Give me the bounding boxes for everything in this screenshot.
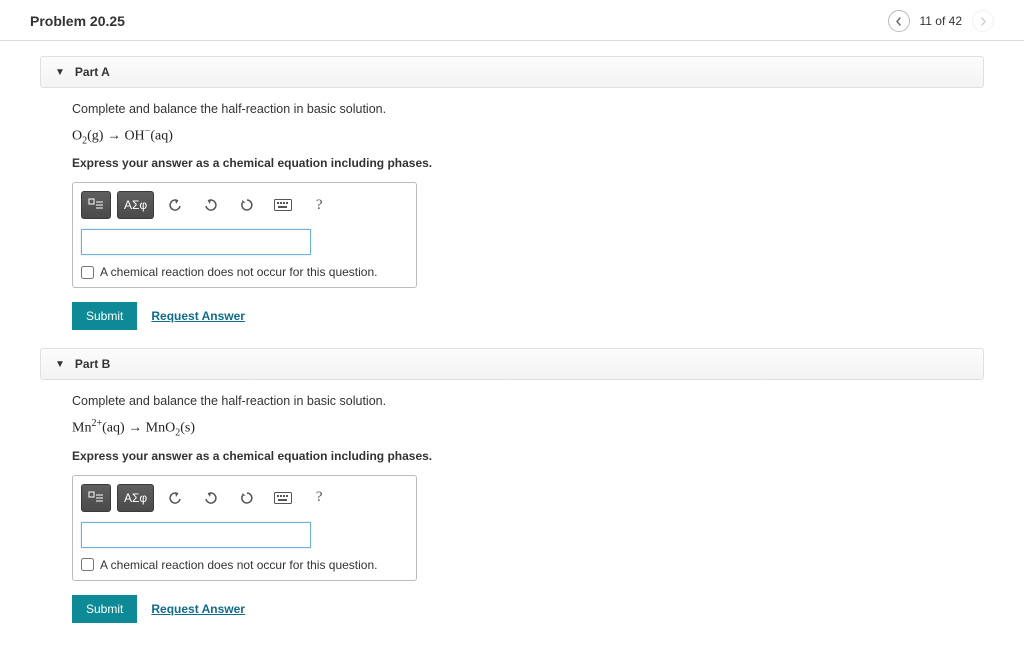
reset-button[interactable] xyxy=(232,191,262,219)
reset-icon xyxy=(240,198,254,212)
part-a-toolbar: ΑΣφ ? xyxy=(81,191,408,219)
greek-button[interactable]: ΑΣφ xyxy=(117,484,154,512)
part-b-submit-button[interactable]: Submit xyxy=(72,595,137,623)
undo-icon xyxy=(168,491,182,505)
redo-icon xyxy=(204,491,218,505)
part-b-noreaction-checkbox[interactable] xyxy=(81,558,94,571)
part-a-noreaction-label: A chemical reaction does not occur for t… xyxy=(100,265,377,279)
part-b-header[interactable]: ▼ Part B xyxy=(40,348,984,380)
part-a-body: Complete and balance the half-reaction i… xyxy=(40,102,984,348)
reset-button[interactable] xyxy=(232,484,262,512)
content-area: ▼ Part A Complete and balance the half-r… xyxy=(0,41,1024,641)
part-a-answer-box: ΑΣφ ? A chemical reaction does not occ xyxy=(72,182,417,288)
part-b-toolbar: ΑΣφ ? xyxy=(81,484,408,512)
problem-title: Problem 20.25 xyxy=(30,13,125,29)
part-b-answer-box: ΑΣφ ? A chemical reaction does not occ xyxy=(72,475,417,581)
undo-icon xyxy=(168,198,182,212)
part-b-noreaction-label: A chemical reaction does not occur for t… xyxy=(100,558,377,572)
keyboard-icon xyxy=(274,199,292,211)
part-a-instruction: Express your answer as a chemical equati… xyxy=(72,156,984,170)
part-b-answer-input[interactable] xyxy=(81,522,311,548)
page-header: Problem 20.25 11 of 42 xyxy=(0,0,1024,41)
part-b-request-answer-link[interactable]: Request Answer xyxy=(151,602,245,616)
redo-button[interactable] xyxy=(196,191,226,219)
part-a-title: Part A xyxy=(75,65,110,79)
collapse-icon: ▼ xyxy=(55,67,65,78)
part-a-noreaction-checkbox[interactable] xyxy=(81,266,94,279)
help-button[interactable]: ? xyxy=(304,484,334,512)
undo-button[interactable] xyxy=(160,191,190,219)
part-a-header[interactable]: ▼ Part A xyxy=(40,56,984,88)
part-a-equation: O2(g) → OH−(aq) xyxy=(72,126,984,146)
chevron-left-icon xyxy=(895,17,902,26)
prev-button[interactable] xyxy=(888,10,910,32)
part-b-actions: Submit Request Answer xyxy=(72,595,984,623)
next-button[interactable] xyxy=(972,10,994,32)
nav-progress-text: 11 of 42 xyxy=(920,14,962,28)
collapse-icon: ▼ xyxy=(55,359,65,370)
part-b-noreaction-row: A chemical reaction does not occur for t… xyxy=(81,558,408,572)
template-button[interactable] xyxy=(81,484,111,512)
part-a-description: Complete and balance the half-reaction i… xyxy=(72,102,984,116)
greek-button[interactable]: ΑΣφ xyxy=(117,191,154,219)
keyboard-button[interactable] xyxy=(268,484,298,512)
reset-icon xyxy=(240,491,254,505)
template-button[interactable] xyxy=(81,191,111,219)
part-a-answer-input[interactable] xyxy=(81,229,311,255)
part-b-description: Complete and balance the half-reaction i… xyxy=(72,394,984,408)
keyboard-icon xyxy=(274,492,292,504)
redo-icon xyxy=(204,198,218,212)
chevron-right-icon xyxy=(980,17,987,26)
part-a-actions: Submit Request Answer xyxy=(72,302,984,330)
part-a-noreaction-row: A chemical reaction does not occur for t… xyxy=(81,265,408,279)
fraction-icon xyxy=(88,198,104,212)
help-button[interactable]: ? xyxy=(304,191,334,219)
undo-button[interactable] xyxy=(160,484,190,512)
redo-button[interactable] xyxy=(196,484,226,512)
keyboard-button[interactable] xyxy=(268,191,298,219)
problem-nav: 11 of 42 xyxy=(888,10,994,32)
part-b-body: Complete and balance the half-reaction i… xyxy=(40,394,984,640)
part-a-request-answer-link[interactable]: Request Answer xyxy=(151,309,245,323)
part-b-instruction: Express your answer as a chemical equati… xyxy=(72,449,984,463)
part-b-equation: Mn2+(aq) → MnO2(s) xyxy=(72,418,984,438)
part-b-title: Part B xyxy=(75,357,110,371)
part-a-submit-button[interactable]: Submit xyxy=(72,302,137,330)
fraction-icon xyxy=(88,491,104,505)
